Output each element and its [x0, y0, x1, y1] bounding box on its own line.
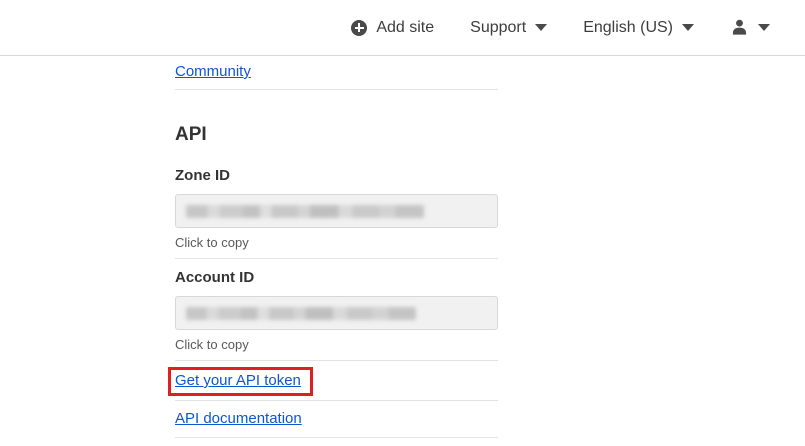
- language-menu[interactable]: English (US): [583, 19, 694, 37]
- account-id-field[interactable]: [175, 296, 498, 330]
- get-api-token-link[interactable]: Get your API token: [175, 372, 301, 389]
- add-site-button[interactable]: Add site: [351, 19, 434, 37]
- account-section: Account ID Click to copy: [175, 269, 498, 361]
- zone-id-label: Zone ID: [175, 167, 230, 184]
- top-navbar: Add site Support English (US): [0, 0, 805, 56]
- user-icon: [732, 19, 747, 35]
- api-section: API Zone ID Click to copy: [175, 123, 498, 259]
- zone-id-copy-hint: Click to copy: [175, 235, 249, 250]
- community-row: Community: [175, 56, 498, 90]
- sidebar-api-panel: Community API Zone ID Click to copy Acco…: [168, 56, 498, 438]
- zone-id-redacted-value: [186, 204, 424, 218]
- support-label: Support: [470, 18, 527, 36]
- api-docs-row: API documentation: [175, 401, 498, 438]
- api-section-heading: API: [175, 124, 207, 145]
- add-site-label: Add site: [376, 18, 435, 36]
- language-label: English (US): [583, 18, 673, 36]
- api-documentation-link[interactable]: API documentation: [175, 410, 302, 427]
- support-menu[interactable]: Support: [470, 18, 548, 37]
- user-menu[interactable]: [730, 18, 770, 37]
- account-id-label: Account ID: [175, 269, 255, 286]
- api-token-row: Get your API token: [168, 361, 498, 401]
- chevron-down-icon: [535, 24, 548, 31]
- community-link[interactable]: Community: [175, 63, 251, 80]
- account-id-redacted-value: [186, 306, 416, 320]
- chevron-down-icon: [682, 24, 694, 31]
- zone-id-field[interactable]: [175, 194, 498, 228]
- plus-circle-icon: [351, 19, 368, 36]
- chevron-down-icon: [758, 24, 770, 31]
- account-id-copy-hint: Click to copy: [175, 337, 249, 352]
- red-highlight-annotation: Get your API token: [168, 367, 313, 396]
